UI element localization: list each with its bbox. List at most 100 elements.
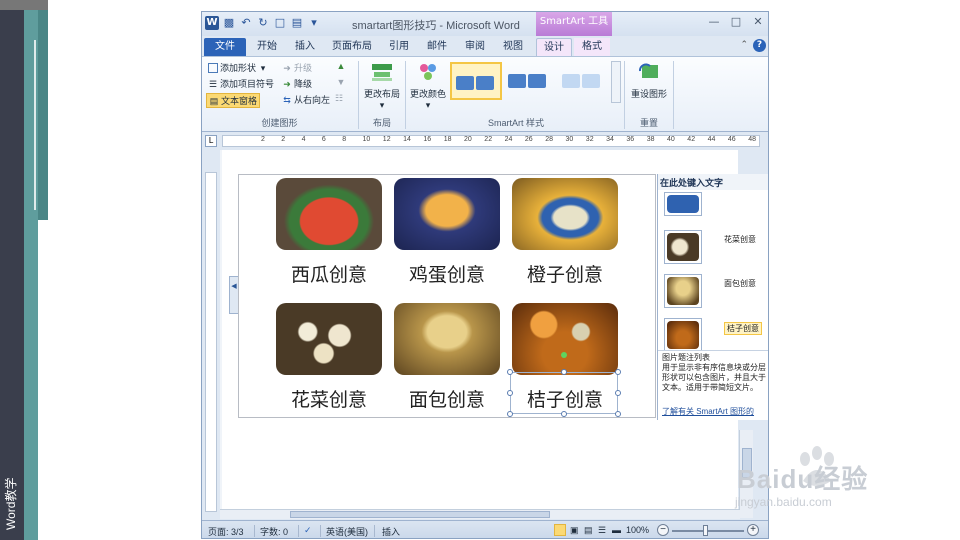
smartart-style-2[interactable] [504,62,556,100]
resize-handle[interactable] [561,411,567,417]
horizontal-scroll-thumb[interactable] [290,511,550,518]
tangerine-photo[interactable] [512,303,618,375]
tab-references[interactable]: 引用 [382,38,416,56]
change-layout-button[interactable]: 更改布局 ▾ [362,61,402,111]
change-layout-label: 更改布局 [363,89,400,99]
vertical-ruler[interactable] [205,172,217,512]
save-icon[interactable]: ▩ [222,16,236,30]
zoom-slider-track[interactable] [672,530,744,532]
tab-view[interactable]: 视图 [496,38,530,56]
watermelon-photo[interactable] [276,178,382,250]
layout-group-label: 布局 [372,118,391,128]
resize-handle[interactable] [615,411,621,417]
outline-view-icon[interactable]: ☰ [598,525,606,536]
text-pane-button[interactable]: ▤ 文本窗格 [206,93,261,108]
tab-file[interactable]: 文件 [204,38,246,56]
tab-page-layout[interactable]: 页面布局 [326,38,378,56]
tab-format[interactable]: 格式 [574,38,610,56]
web-layout-view-icon[interactable]: ▤ [584,525,593,536]
ribbon-tabs: 文件 开始 插入 页面布局 引用 邮件 审阅 视图 设计 格式 ⌃ ? [202,36,768,56]
insert-mode[interactable]: 插入 [382,525,400,538]
resize-handle[interactable] [507,390,513,396]
right-to-left-button[interactable]: ⇆ 从右向左 [282,93,330,106]
horizontal-scrollbar[interactable] [220,509,740,519]
layout-options-button[interactable]: ☷ [334,93,344,103]
smartart-style-3[interactable] [558,62,610,100]
ribbon: 添加形状 ▾ ☰ 添加项目符号 ▤ 文本窗格 ➜ 升级 ➜ 降级 ⇆ 从右向左 [202,56,768,132]
print-icon[interactable]: ▤ [290,16,304,30]
help-icon[interactable]: ? [753,39,766,52]
orange-photo[interactable] [512,178,618,250]
zoom-level[interactable]: 100% [626,525,649,535]
word-window: W ▩ ↶ ↻ □ ▤ ▾ smartart图形技巧 - Microsoft W… [201,11,769,539]
redo-icon[interactable]: ↻ [256,16,270,30]
resize-handle[interactable] [615,390,621,396]
bread-photo[interactable] [394,303,500,375]
change-layout-icon [372,64,392,81]
move-down-icon: ▼ [336,77,346,87]
word-app-icon[interactable]: W [205,16,219,30]
smartart-style-1[interactable] [450,62,502,100]
ruler-number: 36 [626,136,635,143]
add-bullet-button[interactable]: ☰ 添加项目符号 [208,77,274,90]
proofing-icon[interactable]: ✓ [304,525,312,536]
maximize-icon[interactable]: □ [730,16,742,28]
smartart-caption[interactable]: 鸡蛋创意 [394,260,500,287]
zoom-out-icon[interactable]: − [657,524,669,536]
learn-more-link[interactable]: 了解有关 SmartArt 图形的 [662,407,754,417]
smartart-caption[interactable]: 面包创意 [394,385,500,412]
text-pane-image[interactable] [664,274,702,308]
move-down-button[interactable]: ▼ [336,77,346,87]
new-document-icon[interactable]: □ [273,16,287,30]
change-colors-label: 更改颜色 [409,89,446,99]
tab-mailings[interactable]: 邮件 [420,38,454,56]
resize-handle[interactable] [615,369,621,375]
zoom-slider-knob[interactable] [703,525,708,536]
close-icon[interactable]: ✕ [752,16,764,28]
print-layout-view-icon[interactable] [554,524,566,536]
text-pane-bullet[interactable]: 面包创意 [724,278,756,289]
resize-handle[interactable] [561,369,567,375]
style-gallery-scroll[interactable] [611,61,621,103]
egg-photo[interactable] [394,178,500,250]
text-pane-image[interactable] [664,192,702,216]
text-pane-bullet[interactable]: 桔子创意 [724,322,762,335]
text-pane-image[interactable] [664,230,702,264]
tab-home[interactable]: 开始 [250,38,284,56]
zoom-in-icon[interactable]: + [747,524,759,536]
minimize-ribbon-icon[interactable]: ⌃ [740,40,748,50]
smartart-caption[interactable]: 橙子创意 [512,260,618,287]
tab-insert[interactable]: 插入 [288,38,322,56]
language-indicator[interactable]: 英语(美国) [326,525,368,538]
text-pane-image[interactable] [664,318,702,352]
minimize-icon[interactable]: — [708,16,720,28]
resize-handle[interactable] [507,411,513,417]
text-pane-bullet[interactable]: 花菜创意 [724,234,756,245]
tab-review[interactable]: 审阅 [458,38,492,56]
smartart-caption[interactable]: 西瓜创意 [276,260,382,287]
move-up-button[interactable]: ▲ [336,61,346,71]
customize-toolbar-icon[interactable]: ▾ [307,16,321,30]
full-screen-view-icon[interactable]: ▣ [570,525,579,536]
promote-button[interactable]: ➜ 升级 [282,61,312,74]
smartart-caption[interactable]: 花菜创意 [276,385,382,412]
tab-design[interactable]: 设计 [536,38,572,56]
change-colors-button[interactable]: 更改颜色 ▾ [408,61,448,111]
text-pane-header: 在此处键入文字 [658,174,768,190]
tab-selector-icon[interactable]: L [205,135,217,147]
status-bar: 页面: 3/3 字数: 0 ✓ 英语(美国) 插入 ▣ ▤ ☰ ▬ 100% −… [202,520,768,538]
word-count[interactable]: 字数: 0 [260,525,288,538]
demote-button[interactable]: ➜ 降级 [282,77,312,90]
reset-graphic-button[interactable]: 重设图形 [628,61,670,100]
horizontal-ruler: L 2 2 4 6 8 10 12 14 16 18 20 22 24 26 28 30 32 34 36 38 40 4… [202,133,768,149]
undo-icon[interactable]: ↶ [239,16,253,30]
ruler-number: 48 [748,136,756,143]
page-indicator[interactable]: 页面: 3/3 [208,525,244,538]
ruler-scale[interactable]: 2 2 4 6 8 10 12 14 16 18 20 22 24 26 28 30 32 34 36 38 40 42 4… [222,135,760,147]
rotate-handle[interactable] [561,352,567,358]
ruler-number: 46 [727,136,736,143]
add-shape-button[interactable]: 添加形状 ▾ [208,61,268,74]
draft-view-icon[interactable]: ▬ [612,525,621,535]
resize-handle[interactable] [507,369,513,375]
cauliflower-photo[interactable] [276,303,382,375]
